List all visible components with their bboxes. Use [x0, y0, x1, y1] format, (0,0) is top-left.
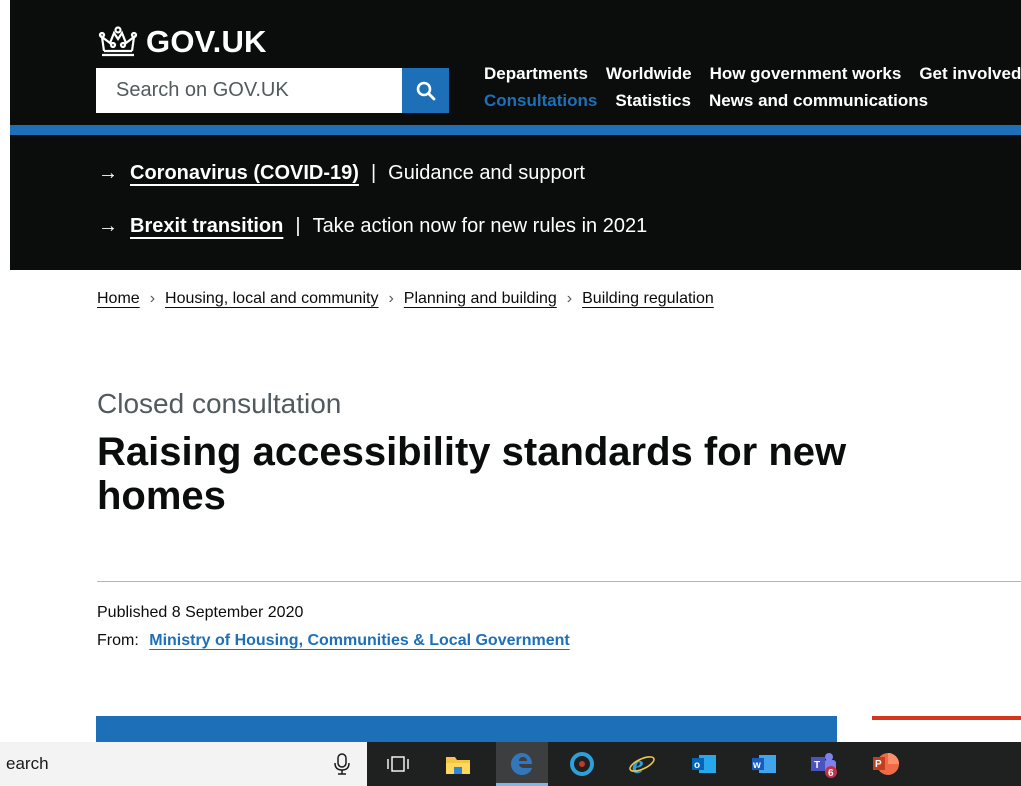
published-date: Published 8 September 2020 [97, 604, 304, 621]
chevron-right-icon: › [388, 290, 394, 307]
breadcrumb: Home › Housing, local and community › Pl… [97, 290, 714, 308]
file-explorer-icon[interactable] [444, 750, 472, 778]
svg-text:w: w [752, 760, 761, 771]
chevron-right-icon: › [566, 290, 573, 307]
separator: | [370, 162, 377, 184]
divider [97, 581, 1021, 582]
nav-worldwide[interactable]: Worldwide [606, 64, 692, 84]
brexit-description: Take action now for new rules in 2021 [312, 215, 648, 237]
red-accent-line [872, 716, 1021, 720]
page-caption: Closed consultation [97, 388, 342, 419]
breadcrumb-planning[interactable]: Planning and building [404, 290, 557, 308]
separator: | [295, 215, 301, 237]
alert-brexit: → Brexit transition | Take action now fo… [98, 215, 647, 238]
nav-news-and-communications[interactable]: News and communications [709, 91, 928, 111]
search-icon [416, 81, 435, 100]
from-line: From: Ministry of Housing, Communities &… [97, 632, 570, 650]
alert-covid: → Coronavirus (COVID-19) | Guidance and … [98, 162, 585, 185]
nav-row-1: Departments Worldwide How government wor… [484, 60, 1021, 87]
nav-consultations[interactable]: Consultations [484, 91, 597, 111]
page-edge [0, 0, 10, 270]
windows-taskbar: earch e o w T 6 P [0, 742, 1021, 786]
covid-link[interactable]: Coronavirus (COVID-19) [130, 162, 359, 185]
breadcrumb-housing[interactable]: Housing, local and community [165, 290, 378, 308]
search-input[interactable] [96, 68, 402, 113]
nav-statistics[interactable]: Statistics [615, 91, 691, 111]
taskbar-search-text: earch [6, 754, 49, 773]
edge-icon[interactable] [508, 750, 536, 778]
task-view-icon[interactable] [384, 750, 412, 778]
covid-description: Guidance and support [388, 162, 585, 184]
nav-how-government-works[interactable]: How government works [710, 64, 902, 84]
arrow-right-icon: → [98, 162, 118, 184]
microphone-icon[interactable] [332, 752, 352, 776]
svg-text:o: o [694, 760, 700, 771]
organisation-link[interactable]: Ministry of Housing, Communities & Local… [149, 632, 569, 649]
svg-text:T: T [814, 760, 820, 771]
nav-get-involved[interactable]: Get involved [919, 64, 1021, 84]
header-blue-bar [10, 125, 1021, 135]
outlook-icon[interactable]: o [690, 750, 718, 778]
search-button[interactable] [402, 68, 449, 113]
from-label: From: [97, 632, 139, 649]
main-navigation: Departments Worldwide How government wor… [484, 60, 1021, 114]
crown-icon [98, 26, 138, 57]
powerpoint-icon[interactable]: P [872, 750, 900, 778]
taskbar-search[interactable]: earch [0, 742, 367, 786]
word-icon[interactable]: w [750, 750, 778, 778]
arrow-right-icon: → [98, 215, 118, 237]
search-field[interactable] [96, 68, 402, 113]
nav-departments[interactable]: Departments [484, 64, 588, 84]
teams-icon[interactable]: T 6 [810, 750, 838, 778]
page-title: Raising accessibility standards for new … [97, 430, 847, 518]
nav-row-2: Consultations Statistics News and commun… [484, 87, 1021, 114]
breadcrumb-building-regulation[interactable]: Building regulation [582, 290, 714, 308]
teams-badge: 6 [828, 768, 834, 778]
internet-explorer-icon[interactable]: e [628, 750, 656, 778]
alert-banner [10, 135, 1021, 270]
govuk-logo[interactable]: GOV.UK [96, 22, 267, 62]
svg-text:P: P [875, 759, 882, 770]
brexit-link[interactable]: Brexit transition [130, 215, 283, 238]
cortana-icon[interactable] [568, 750, 596, 778]
blue-content-block [96, 716, 837, 742]
chevron-right-icon: › [149, 290, 156, 307]
breadcrumb-home[interactable]: Home [97, 290, 140, 308]
logo-text: GOV.UK [146, 24, 267, 59]
